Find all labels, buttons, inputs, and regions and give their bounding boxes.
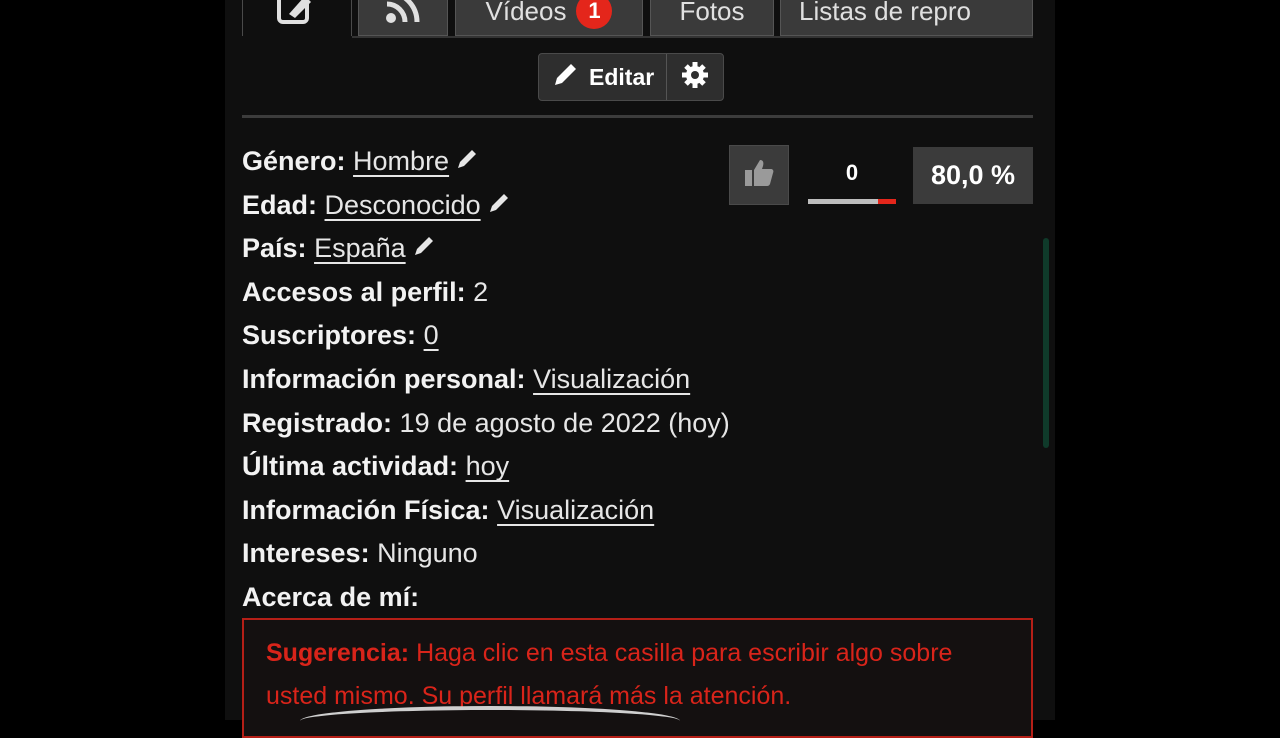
gender-row: Género: Hombre bbox=[242, 140, 730, 184]
thumbs-up-icon bbox=[742, 156, 776, 195]
gender-value-link[interactable]: Hombre bbox=[353, 146, 481, 176]
personal-info-row: Información personal: Visualización bbox=[242, 358, 730, 402]
personal-info-label: Información personal: bbox=[242, 363, 526, 394]
interests-row: Intereses: Ninguno bbox=[242, 532, 730, 576]
settings-button[interactable] bbox=[667, 54, 723, 100]
overlay-swoosh bbox=[300, 706, 680, 736]
personal-info-link[interactable]: Visualización bbox=[533, 364, 690, 394]
interests-label: Intereses: bbox=[242, 538, 370, 569]
age-label: Edad: bbox=[242, 189, 318, 220]
pencil-icon bbox=[487, 185, 513, 229]
registered-value: 19 de agosto de 2022 (hoy) bbox=[399, 407, 730, 438]
interests-value: Ninguno bbox=[377, 538, 478, 569]
subscribers-link[interactable]: 0 bbox=[424, 320, 439, 350]
views-label: Accesos al perfil: bbox=[242, 276, 466, 307]
tab-playlists-label: Listas de repro bbox=[799, 0, 971, 26]
profile-info: Género: Hombre Edad: Desconocido País: E… bbox=[242, 140, 730, 620]
registered-row: Registrado: 19 de agosto de 2022 (hoy) bbox=[242, 402, 730, 446]
edit-icon bbox=[275, 0, 319, 35]
country-row: País: España bbox=[242, 227, 730, 271]
tab-videos[interactable]: Vídeos 1 bbox=[455, 0, 643, 36]
edit-button-label: Editar bbox=[589, 63, 655, 90]
edit-button[interactable]: Editar bbox=[539, 54, 668, 100]
last-activity-row: Última actividad: hoy bbox=[242, 445, 730, 489]
tab-photos-label: Fotos bbox=[679, 0, 745, 26]
last-activity-link[interactable]: hoy bbox=[466, 451, 510, 481]
tab-underline bbox=[352, 36, 1033, 38]
gear-icon bbox=[680, 60, 710, 95]
tab-rss[interactable] bbox=[358, 0, 448, 36]
like-button[interactable] bbox=[729, 145, 789, 205]
tab-playlists[interactable]: Listas de repro bbox=[780, 0, 1033, 36]
country-value-link[interactable]: España bbox=[314, 233, 438, 263]
like-count: 0 bbox=[845, 160, 859, 185]
gender-label: Género: bbox=[242, 146, 346, 176]
age-value: Desconocido bbox=[324, 189, 481, 220]
section-divider bbox=[242, 115, 1033, 118]
gender-value: Hombre bbox=[353, 146, 450, 176]
views-row: Accesos al perfil: 2 bbox=[242, 271, 730, 315]
suggestion-label: Sugerencia: bbox=[266, 639, 410, 667]
tab-edit[interactable] bbox=[242, 0, 352, 36]
rating-bar bbox=[808, 199, 896, 204]
tab-photos[interactable]: Fotos bbox=[650, 0, 774, 36]
scrollbar[interactable] bbox=[1043, 238, 1049, 448]
rating-percent: 80,0 % bbox=[913, 147, 1033, 204]
tab-videos-label: Vídeos bbox=[485, 0, 567, 26]
rating-bar-dislike-fill bbox=[878, 199, 896, 204]
views-value: 2 bbox=[473, 276, 489, 307]
last-activity-label: Última actividad: bbox=[242, 451, 459, 482]
about-label: Acerca de mí: bbox=[242, 581, 420, 612]
physical-info-row: Información Física: Visualización bbox=[242, 489, 730, 533]
subscribers-label: Suscriptores: bbox=[242, 320, 417, 351]
physical-info-label: Información Física: bbox=[242, 494, 490, 525]
age-value-link[interactable]: Desconocido bbox=[325, 190, 513, 220]
physical-info-link[interactable]: Visualización bbox=[497, 495, 654, 525]
edit-toolbar: Editar bbox=[538, 53, 725, 101]
about-row: Acerca de mí: bbox=[242, 576, 730, 620]
pencil-icon bbox=[412, 228, 438, 272]
rss-icon bbox=[381, 0, 425, 35]
country-value: España bbox=[314, 233, 406, 264]
videos-count-badge: 1 bbox=[576, 0, 613, 29]
age-row: Edad: Desconocido bbox=[242, 184, 730, 228]
subscribers-row: Suscriptores: 0 bbox=[242, 314, 730, 358]
pencil-icon bbox=[551, 59, 581, 95]
registered-label: Registrado: bbox=[242, 407, 393, 438]
pencil-icon bbox=[455, 141, 481, 185]
country-label: País: bbox=[242, 233, 307, 264]
